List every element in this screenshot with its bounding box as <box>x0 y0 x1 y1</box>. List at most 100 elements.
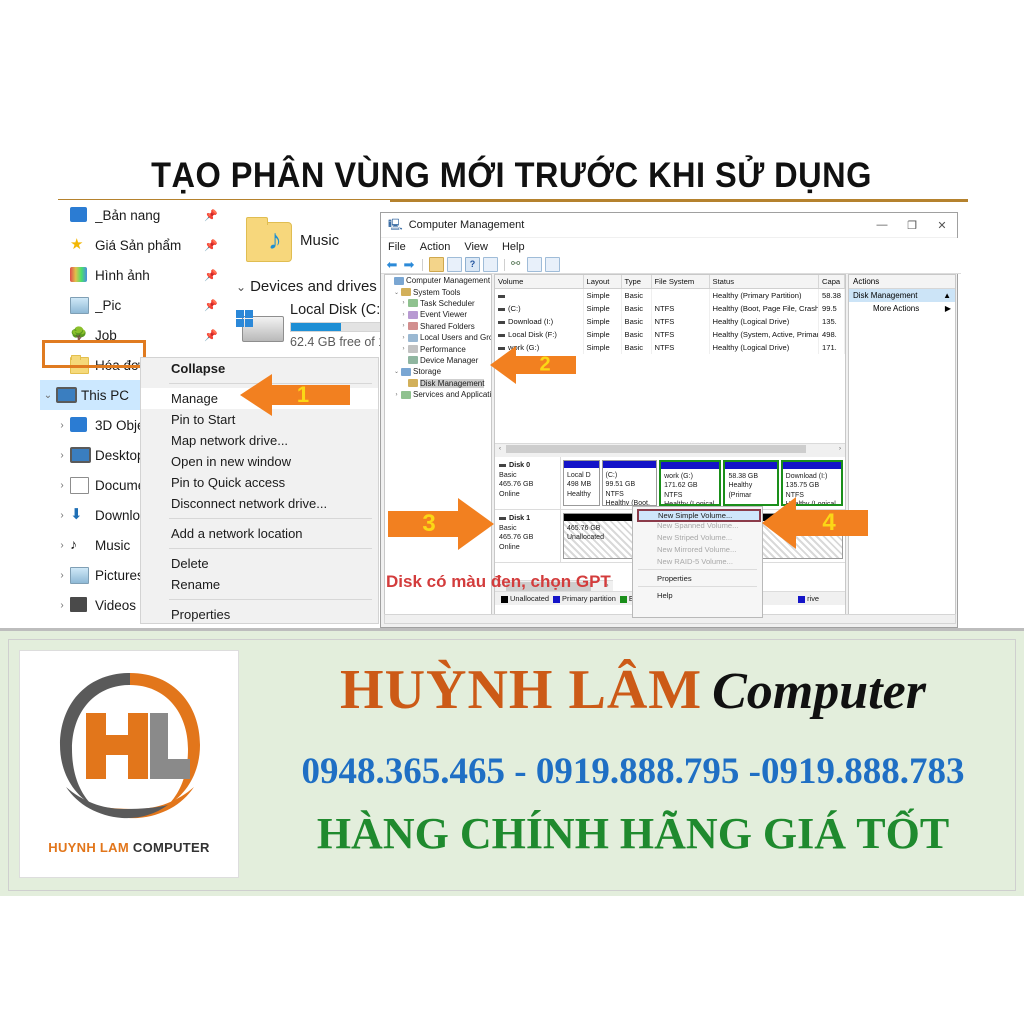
menu-view[interactable]: View <box>464 241 488 253</box>
tree-chevron-icon[interactable]: › <box>399 312 408 318</box>
menu-item-delete[interactable]: Delete <box>141 553 378 574</box>
tree-chevron-icon[interactable]: › <box>54 540 70 551</box>
local-disk-c-item[interactable]: Local Disk (C:) 62.4 GB free of 111 GB <box>236 302 390 352</box>
scroll-thumb[interactable] <box>506 445 806 453</box>
disk-context-menu[interactable]: New Simple Volume...New Spanned Volume..… <box>632 506 763 618</box>
console-icon[interactable] <box>545 257 560 272</box>
column-header-capa[interactable]: Capa <box>818 275 845 289</box>
menu-item-open-in-new-window[interactable]: Open in new window <box>141 451 378 472</box>
tree-chevron-icon[interactable]: ⌄ <box>392 368 401 375</box>
tree-chevron-icon[interactable]: › <box>399 300 408 306</box>
cell-capacity: 135. <box>818 315 845 328</box>
action-more-actions[interactable]: More Actions ▶ <box>849 302 955 315</box>
menu-action[interactable]: Action <box>420 241 451 253</box>
cm-tree-item-storage[interactable]: ⌄ Storage <box>385 366 491 377</box>
cm-tree-label: Event Viewer <box>420 310 467 320</box>
table-row[interactable]: Local Disk (F:) Simple Basic NTFS Healthy (S… <box>495 328 845 341</box>
services-icon <box>401 390 411 399</box>
quick-access-item-1[interactable]: ★ Giá Sản phẩm 📌 <box>40 230 226 260</box>
export-icon[interactable]: ⚯ <box>511 258 524 271</box>
cm-tree-item-shared-folders[interactable]: › Shared Folders <box>385 321 491 332</box>
clock-icon <box>408 299 418 308</box>
pin-icon[interactable]: 📌 <box>204 299 218 312</box>
table-row[interactable]: Download (I:) Simple Basic NTFS Healthy (Log… <box>495 315 845 328</box>
local-disk-label: Local Disk (C:) <box>290 302 386 318</box>
menu-item-disconnect-network-drive[interactable]: Disconnect network drive... <box>141 493 378 514</box>
forward-arrow-icon[interactable]: ➡ <box>402 258 416 271</box>
cm-console-tree[interactable]: Computer Management (Local⌄System Tools›… <box>384 274 492 616</box>
quick-access-item-0[interactable]: _Bản nang 📌 <box>40 200 226 230</box>
partition-0-1[interactable]: (C:) 99.51 GB NTFS Healthy (Boot, Pa <box>601 460 658 506</box>
devices-and-drives-header[interactable]: ⌄ Devices and drives (3) <box>236 278 390 295</box>
disk-menu-item-properties[interactable]: Properties <box>633 572 762 584</box>
tree-chevron-icon[interactable]: › <box>399 323 408 329</box>
menu-item-rename[interactable]: Rename <box>141 574 378 595</box>
cm-tree-item-local-users-and-groups[interactable]: › Local Users and Groups <box>385 332 492 343</box>
minimize-button[interactable]: — <box>867 213 897 237</box>
menu-item-map-network-drive[interactable]: Map network drive... <box>141 430 378 451</box>
action-disk-management[interactable]: Disk Management ▲ <box>849 289 955 302</box>
music-folder-item[interactable]: ♪ Music <box>238 217 388 272</box>
tree-chevron-icon[interactable]: › <box>399 335 408 341</box>
column-header-volume[interactable]: Volume <box>495 275 584 289</box>
refresh-icon[interactable] <box>483 257 498 272</box>
cm-toolbar[interactable]: ⬅ ➡ ? ⚯ <box>381 256 961 274</box>
check-icon[interactable] <box>527 257 542 272</box>
menu-item-add-a-network-location[interactable]: Add a network location <box>141 523 378 544</box>
tree-chevron-icon[interactable]: › <box>54 420 70 431</box>
partition-0-2[interactable]: work (G:) 171.62 GB NTFS Healthy (Logical … <box>659 460 722 506</box>
cm-tree-item-task-scheduler[interactable]: › Task Scheduler <box>385 298 491 309</box>
partition-0-0[interactable]: Local D 498 MB Healthy <box>563 460 600 506</box>
cm-tree-item-performance[interactable]: › Performance <box>385 343 491 354</box>
tree-chevron-icon[interactable]: ⌄ <box>392 289 401 296</box>
table-row[interactable]: (C:) Simple Basic NTFS Healthy (Boot, Page F… <box>495 302 845 315</box>
back-arrow-icon[interactable]: ⬅ <box>385 258 399 271</box>
pin-icon[interactable]: 📌 <box>204 209 218 222</box>
close-button[interactable]: ✕ <box>927 213 957 237</box>
disk-info-0[interactable]: Disk 0 Basic 465.76 GB Online <box>495 457 561 509</box>
quick-access-item-2[interactable]: Hình ảnh 📌 <box>40 260 226 290</box>
tree-chevron-icon[interactable]: › <box>392 392 401 398</box>
logo-text-orange: HUYNH LAM <box>48 840 133 855</box>
tree-chevron-icon[interactable]: › <box>399 346 408 352</box>
cm-tree-item-disk-management[interactable]: Disk Management <box>385 378 491 389</box>
tree-chevron-icon[interactable]: › <box>54 570 70 581</box>
help-icon[interactable]: ? <box>465 257 480 272</box>
quick-access-item-3[interactable]: _Pic 📌 <box>40 290 226 320</box>
cm-tree-item-computer-management-local[interactable]: Computer Management (Local <box>385 275 491 286</box>
pin-icon[interactable]: 📌 <box>204 269 218 282</box>
disk-info-1[interactable]: Disk 1 Basic 465.76 GB Online <box>495 510 561 562</box>
column-header-status[interactable]: Status <box>709 275 819 289</box>
volume-table[interactable]: Volume Layout Type File System Status Capa Si… <box>495 275 845 354</box>
menu-file[interactable]: File <box>388 241 406 253</box>
tree-chevron-icon[interactable]: › <box>54 480 70 491</box>
menu-item-pin-to-quick-access[interactable]: Pin to Quick access <box>141 472 378 493</box>
properties-icon[interactable] <box>447 257 462 272</box>
tree-chevron-icon[interactable]: › <box>54 510 70 521</box>
tree-item-label: Desktop <box>95 447 145 463</box>
cm-tree-item-device-manager[interactable]: Device Manager <box>385 355 491 366</box>
window-controls: — ❐ ✕ <box>867 213 957 237</box>
column-header-layout[interactable]: Layout <box>583 275 622 289</box>
pin-icon[interactable]: 📌 <box>204 239 218 252</box>
tree-chevron-icon[interactable]: ⌄ <box>40 390 56 401</box>
column-header-file-system[interactable]: File System <box>651 275 710 289</box>
cm-menu-bar[interactable]: File Action View Help <box>381 238 964 256</box>
partition-label: work (G:) <box>664 473 693 480</box>
tree-chevron-icon[interactable]: › <box>54 600 70 611</box>
cm-tree-item-system-tools[interactable]: ⌄ System Tools <box>385 286 491 297</box>
pin-icon[interactable]: 📌 <box>204 329 218 342</box>
disk-menu-item-help[interactable]: Help <box>633 589 762 601</box>
tree-chevron-icon[interactable]: › <box>54 450 70 461</box>
cm-tree-item-services-and-applications[interactable]: › Services and Applications <box>385 389 492 400</box>
footer-whitespace <box>0 896 1024 1024</box>
menu-item-properties[interactable]: Properties <box>141 604 378 625</box>
up-folder-icon[interactable] <box>429 257 444 272</box>
table-row[interactable]: Simple Basic Healthy (Primary Partition) 58… <box>495 288 845 302</box>
column-header-type[interactable]: Type <box>621 275 652 289</box>
cell-file-system: NTFS <box>651 302 710 315</box>
menu-help[interactable]: Help <box>502 241 525 253</box>
cm-tree-item-event-viewer[interactable]: › Event Viewer <box>385 309 491 320</box>
new-simple-volume-item[interactable]: New Simple Volume... <box>637 509 761 522</box>
maximize-button[interactable]: ❐ <box>897 213 927 237</box>
